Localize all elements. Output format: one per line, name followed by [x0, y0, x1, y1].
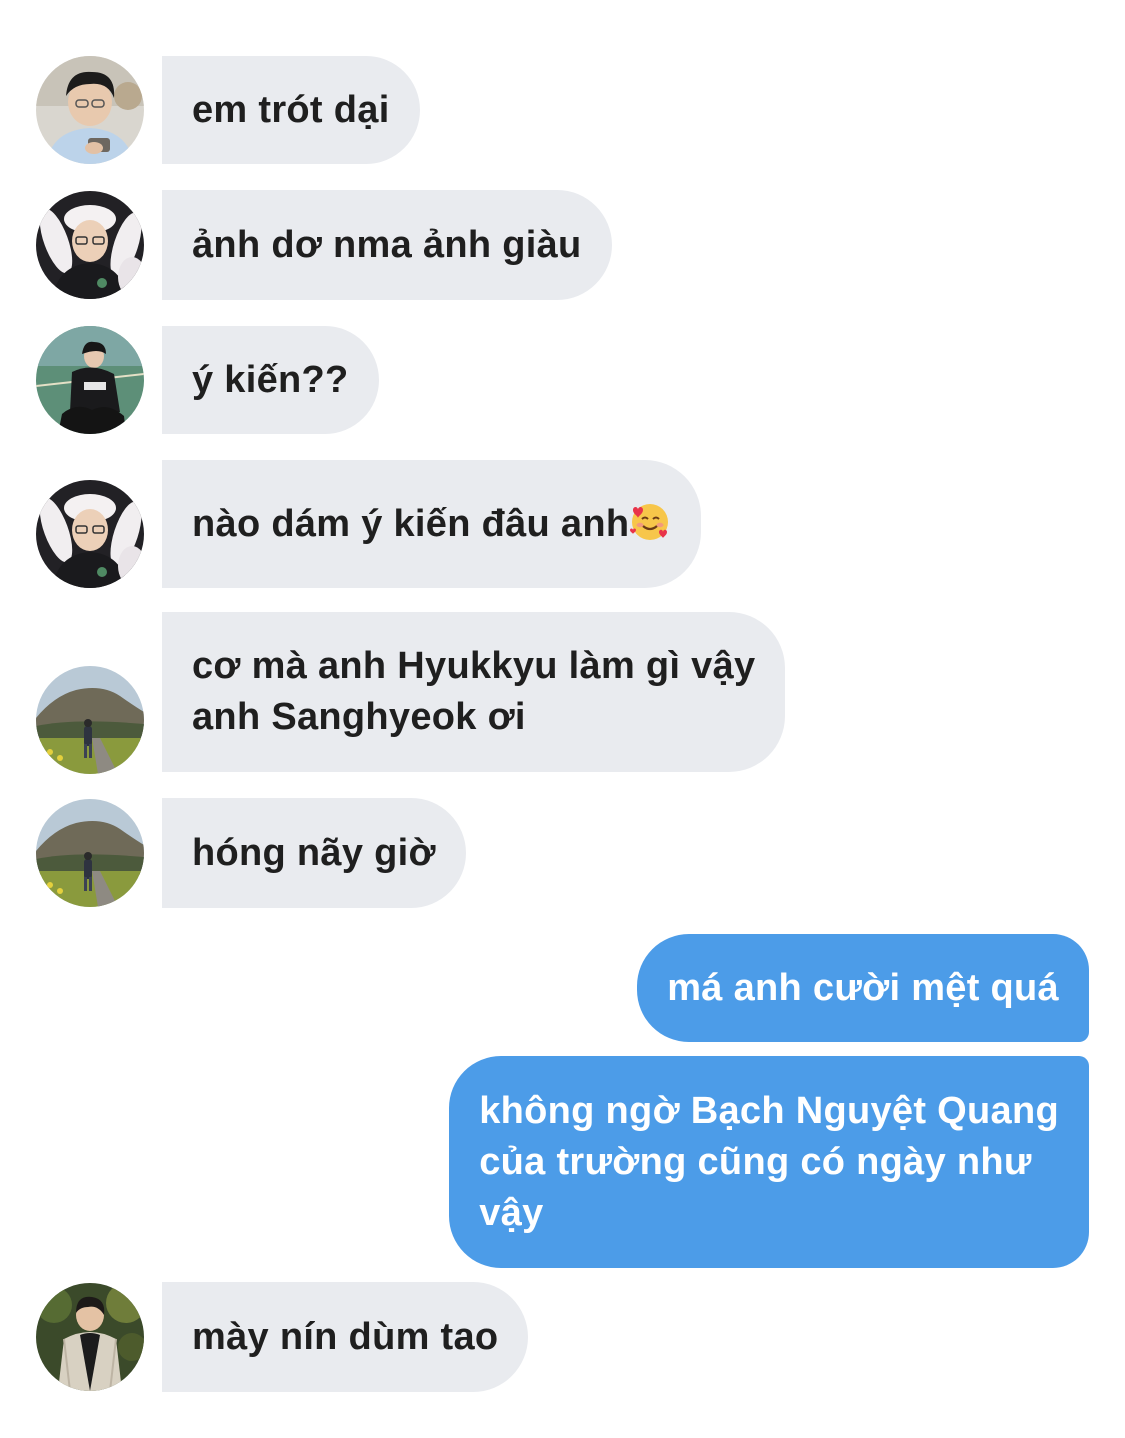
- avatar[interactable]: [36, 1283, 144, 1391]
- avatar-mountain-walker-icon: [36, 666, 144, 774]
- message-bubble[interactable]: mày nín dùm tao: [162, 1282, 529, 1392]
- avatar-boy-phone-icon: [36, 56, 144, 164]
- message-text: mày nín dùm tao: [192, 1315, 499, 1358]
- message-bubble[interactable]: má anh cười mệt quá: [637, 934, 1089, 1042]
- avatar-boy-bunny-hat-icon: [36, 480, 144, 588]
- message-bubble[interactable]: ý kiến??: [162, 326, 379, 434]
- message-row: má anh cười mệt quá: [0, 934, 1125, 1042]
- avatar[interactable]: [36, 480, 144, 588]
- message-text: ý kiến??: [192, 358, 349, 401]
- message-bubble[interactable]: hóng nãy giờ: [162, 798, 466, 908]
- message-text: nào dám ý kiến đâu anh: [192, 499, 671, 550]
- message-row: ý kiến??: [0, 326, 1125, 434]
- message-text: hóng nãy giờ: [192, 831, 436, 874]
- message-row: không ngờ Bạch Nguyệt Quang của trường c…: [0, 1056, 1125, 1268]
- message-text: cơ mà anh Hyukkyu làm gì vậy anh Sanghye…: [192, 645, 756, 738]
- message-row: em trót dại: [0, 56, 1125, 164]
- smiling-face-with-hearts-icon: [630, 503, 669, 540]
- message-bubble[interactable]: em trót dại: [162, 56, 420, 164]
- avatar[interactable]: [36, 56, 144, 164]
- message-row: ảnh dơ nma ảnh giàu: [0, 190, 1125, 300]
- avatar[interactable]: [36, 326, 144, 434]
- message-text: không ngờ Bạch Nguyệt Quang của trường c…: [479, 1089, 1059, 1234]
- message-text: em trót dại: [192, 88, 390, 131]
- message-row: nào dám ý kiến đâu anh: [0, 460, 1125, 588]
- avatar[interactable]: [36, 799, 144, 907]
- message-text: ảnh dơ nma ảnh giàu: [192, 223, 582, 266]
- message-row: mày nín dùm tao: [0, 1282, 1125, 1392]
- message-bubble[interactable]: không ngờ Bạch Nguyệt Quang của trường c…: [449, 1056, 1089, 1268]
- message-bubble[interactable]: ảnh dơ nma ảnh giàu: [162, 190, 612, 300]
- message-row: hóng nãy giờ: [0, 798, 1125, 908]
- avatar-mountain-walker-icon: [36, 799, 144, 907]
- avatar-boy-court-icon: [36, 326, 144, 434]
- avatar-boy-bunny-hat-icon: [36, 191, 144, 299]
- avatar-boy-jacket-icon: [36, 1283, 144, 1391]
- message-text-body: nào dám ý kiến đâu anh: [192, 502, 630, 545]
- message-bubble[interactable]: nào dám ý kiến đâu anh: [162, 460, 702, 588]
- message-bubble[interactable]: cơ mà anh Hyukkyu làm gì vậy anh Sanghye…: [162, 612, 786, 772]
- avatar[interactable]: [36, 666, 144, 774]
- message-row: cơ mà anh Hyukkyu làm gì vậy anh Sanghye…: [0, 612, 1125, 774]
- avatar[interactable]: [36, 191, 144, 299]
- message-text: má anh cười mệt quá: [667, 966, 1059, 1009]
